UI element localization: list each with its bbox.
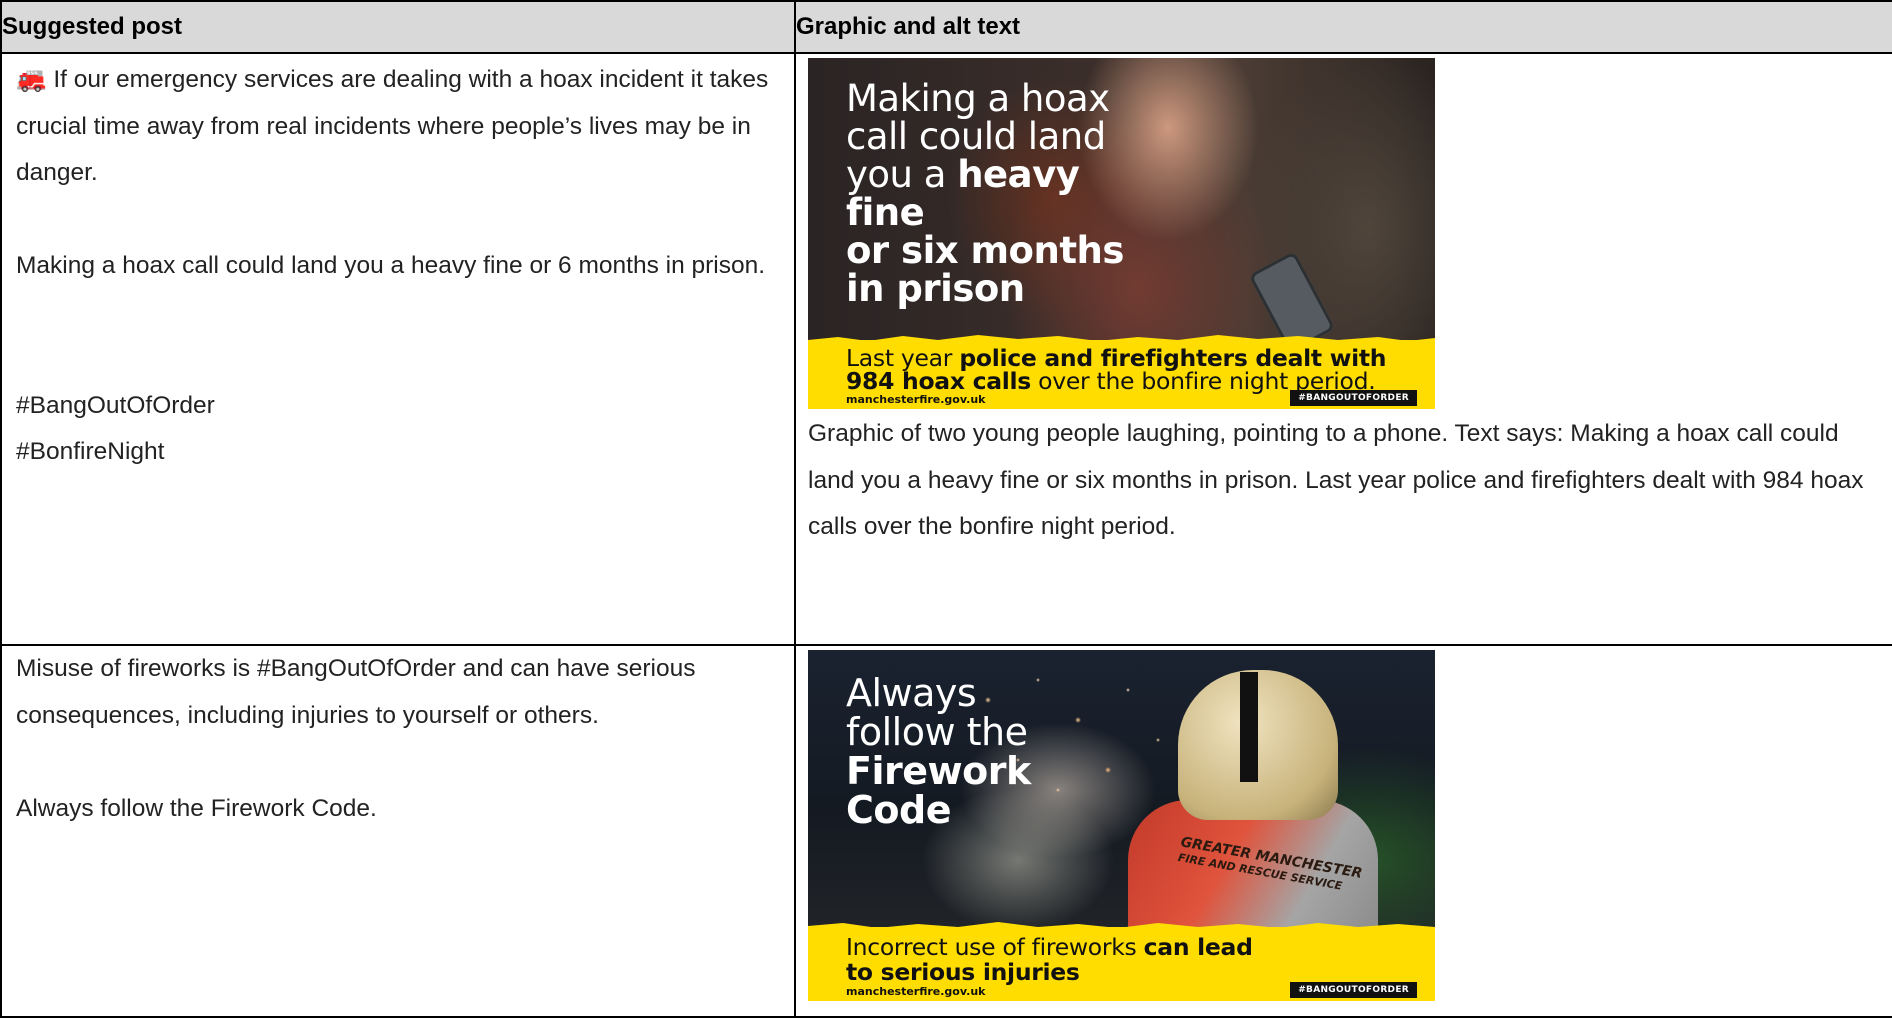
headline-line: call could land <box>846 115 1106 158</box>
post-paragraph: 🚒 If our emergency services are dealing … <box>16 57 780 197</box>
paragraph-spacer <box>16 336 780 383</box>
headline-line: Always <box>846 671 977 715</box>
banner-url: manchesterfire.gov.uk <box>846 393 986 406</box>
headline-line: Code <box>846 788 951 832</box>
graphic-headline: Always follow the Firework Code <box>846 674 1096 830</box>
banner-hashtag-badge: #BANGOUTOFORDER <box>1290 982 1417 998</box>
headline-line: or six months <box>846 229 1124 272</box>
paragraph-spacer <box>16 290 780 337</box>
header-suggested-post: Suggested post <box>0 0 796 54</box>
hashtag: #BangOutOfOrder <box>16 391 215 419</box>
banner-line: Incorrect use of fireworks can lead <box>846 935 1253 959</box>
post-paragraph: Making a hoax call could land you a heav… <box>16 252 766 279</box>
alt-text: Graphic of two young people laughing, po… <box>808 420 1864 540</box>
post-text: 🚒 If our emergency services are dealing … <box>2 54 794 476</box>
banner-plain: Incorrect use of fireworks <box>846 933 1144 961</box>
hashtag: #BonfireNight <box>16 438 165 465</box>
table-row: Misuse of fireworks is #BangOutOfOrder a… <box>0 644 1892 1018</box>
torn-edge-decoration <box>808 922 1435 933</box>
graphic-cell: GREATER MANCHESTER FIRE AND RESCUE SERVI… <box>794 644 1892 1018</box>
headline-line: in prison <box>846 267 1025 310</box>
post-paragraph-text: If our emergency services are dealing wi… <box>16 66 769 186</box>
post-paragraph: Always follow the Firework Code. <box>16 794 377 822</box>
suggested-posts-table: Suggested post Graphic and alt text 🚒 If… <box>0 0 1892 1018</box>
headline-line: you a heavy fine <box>846 156 1146 232</box>
paragraph-spacer <box>16 197 780 244</box>
firefighter-helmet-icon <box>1178 670 1338 820</box>
post-paragraph: Misuse of fireworks is #BangOutOfOrder a… <box>16 655 696 729</box>
graphic-banner: Incorrect use of fireworks can lead to s… <box>808 927 1435 1001</box>
post-text: Misuse of fireworks is #BangOutOfOrder a… <box>2 646 794 832</box>
post-cell: 🚒 If our emergency services are dealing … <box>0 52 796 646</box>
banner-bold: to serious injuries <box>846 958 1080 986</box>
table-row: 🚒 If our emergency services are dealing … <box>0 52 1892 646</box>
banner-bold: 984 hoax calls <box>846 367 1031 395</box>
graphic-banner: Last year police and firefighters dealt … <box>808 340 1435 409</box>
banner-bold: can lead <box>1143 933 1253 961</box>
headline-plain: you a <box>846 153 958 196</box>
hoax-call-graphic: Making a hoax call could land you a heav… <box>808 58 1435 409</box>
graphic-headline: Making a hoax call could land you a heav… <box>846 80 1146 308</box>
helmet-stripe <box>1240 672 1258 782</box>
banner-line: to serious injuries <box>846 960 1080 984</box>
fire-engine-icon: 🚒 <box>16 66 47 93</box>
banner-url: manchesterfire.gov.uk <box>846 985 986 998</box>
paragraph-spacer <box>16 739 780 786</box>
table-header-row: Suggested post Graphic and alt text <box>0 0 1892 54</box>
headline-line: Making a hoax <box>846 77 1110 120</box>
graphic-cell: Making a hoax call could land you a heav… <box>794 52 1892 646</box>
headline-line: follow the <box>846 710 1028 754</box>
torn-edge-decoration <box>808 335 1435 346</box>
post-cell: Misuse of fireworks is #BangOutOfOrder a… <box>0 644 796 1018</box>
firework-code-graphic: GREATER MANCHESTER FIRE AND RESCUE SERVI… <box>808 650 1435 1001</box>
banner-hashtag-badge: #BANGOUTOFORDER <box>1290 390 1417 406</box>
headline-line: Firework <box>846 749 1031 793</box>
header-graphic-alt-text: Graphic and alt text <box>794 0 1892 54</box>
